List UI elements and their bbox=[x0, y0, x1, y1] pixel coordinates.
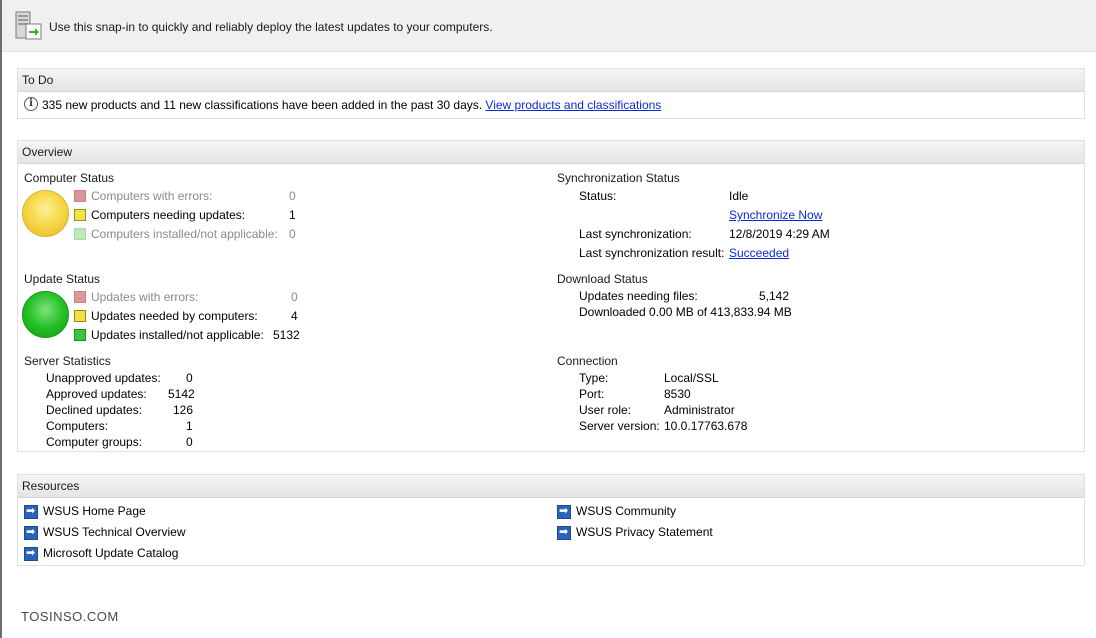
resource-wsus-privacy-statement[interactable]: WSUS Privacy Statement bbox=[576, 525, 713, 539]
overview-panel: Overview Computer Status Computers with … bbox=[17, 140, 1085, 452]
update-status-indicator bbox=[22, 291, 69, 338]
computer-status-title: Computer Status bbox=[24, 171, 115, 185]
sync-result-link[interactable]: Succeeded bbox=[729, 246, 789, 260]
snapin-description: Use this snap-in to quickly and reliably… bbox=[49, 20, 493, 34]
todo-message-line: 335 new products and 11 new classificati… bbox=[42, 98, 661, 112]
connection-type-value: Local/SSL bbox=[664, 371, 719, 385]
sync-status-title: Synchronization Status bbox=[557, 171, 680, 185]
sync-status-label: Status: bbox=[579, 189, 617, 203]
connection-port-label: Port: bbox=[579, 387, 605, 401]
snapin-header: Use this snap-in to quickly and reliably… bbox=[2, 0, 1096, 52]
resource-wsus-technical-overview[interactable]: WSUS Technical Overview bbox=[43, 525, 186, 539]
updates-errors-value: 0 bbox=[291, 290, 298, 304]
stat-unapproved-value: 0 bbox=[186, 371, 193, 385]
legend-swatch-installed bbox=[74, 228, 86, 240]
computers-installed-label: Computers installed/not applicable: bbox=[91, 227, 278, 241]
info-icon: i bbox=[24, 97, 38, 111]
wsus-server-icon bbox=[15, 11, 42, 40]
resource-wsus-community[interactable]: WSUS Community bbox=[576, 504, 676, 518]
computers-errors-value: 0 bbox=[289, 189, 296, 203]
sync-status-value: Idle bbox=[729, 189, 749, 203]
todo-message: 335 new products and 11 new classificati… bbox=[42, 98, 483, 112]
connection-version-value: 10.0.17763.678 bbox=[664, 419, 748, 433]
legend-swatch-update-errors bbox=[74, 291, 86, 303]
arrow-link-icon bbox=[557, 504, 571, 519]
stat-declined-value: 126 bbox=[173, 403, 194, 417]
computers-installed-value: 0 bbox=[289, 227, 296, 241]
server-statistics-title: Server Statistics bbox=[24, 354, 111, 368]
arrow-link-icon bbox=[24, 546, 38, 561]
resource-microsoft-update-catalog[interactable]: Microsoft Update Catalog bbox=[43, 546, 178, 560]
computers-needing-value: 1 bbox=[289, 208, 296, 222]
overview-panel-title: Overview bbox=[18, 141, 1084, 164]
stat-computer-groups-label: Computer groups: bbox=[46, 435, 143, 449]
connection-role-value: Administrator bbox=[664, 403, 735, 417]
connection-type-label: Type: bbox=[579, 371, 609, 385]
update-status-title: Update Status bbox=[24, 272, 101, 286]
last-sync-value: 12/8/2019 4:29 AM bbox=[729, 227, 830, 241]
arrow-link-icon bbox=[24, 525, 38, 540]
connection-port-value: 8530 bbox=[664, 387, 691, 401]
last-sync-result-label: Last synchronization result: bbox=[579, 246, 725, 260]
updates-needed-value: 4 bbox=[291, 309, 298, 323]
updates-installed-label: Updates installed/not applicable: bbox=[91, 328, 264, 342]
stat-unapproved-label: Unapproved updates: bbox=[46, 371, 161, 385]
connection-role-label: User role: bbox=[579, 403, 632, 417]
legend-swatch-errors bbox=[74, 190, 86, 202]
todo-panel: To Do i 335 new products and 11 new clas… bbox=[17, 68, 1085, 119]
stat-approved-value: 5142 bbox=[168, 387, 195, 401]
resources-panel: Resources WSUS Home Page WSUS Technical … bbox=[17, 474, 1085, 566]
legend-swatch-needing bbox=[74, 209, 86, 221]
legend-swatch-update-installed bbox=[74, 329, 86, 341]
window-left-border bbox=[0, 0, 2, 638]
updates-needing-files-label: Updates needing files: bbox=[579, 289, 698, 303]
computers-needing-label: Computers needing updates: bbox=[91, 208, 246, 222]
downloaded-summary: Downloaded 0.00 MB of 413,833.94 MB bbox=[579, 305, 792, 319]
todo-panel-title: To Do bbox=[18, 69, 1084, 92]
connection-version-label: Server version: bbox=[579, 419, 660, 433]
watermark-text: TOSINSO.COM bbox=[21, 609, 119, 624]
view-products-link[interactable]: View products and classifications bbox=[485, 98, 661, 112]
last-sync-label: Last synchronization: bbox=[579, 227, 692, 241]
stat-computer-groups-value: 0 bbox=[186, 435, 193, 449]
updates-needed-label: Updates needed by computers: bbox=[91, 309, 258, 323]
legend-swatch-update-needed bbox=[74, 310, 86, 322]
stat-computers-value: 1 bbox=[186, 419, 193, 433]
arrow-link-icon bbox=[24, 504, 38, 519]
resources-panel-title: Resources bbox=[18, 475, 1084, 498]
stat-computers-label: Computers: bbox=[46, 419, 109, 433]
stat-declined-label: Declined updates: bbox=[46, 403, 143, 417]
updates-errors-label: Updates with errors: bbox=[91, 290, 199, 304]
resource-wsus-home-page[interactable]: WSUS Home Page bbox=[43, 504, 146, 518]
arrow-link-icon bbox=[557, 525, 571, 540]
synchronize-now-link[interactable]: Synchronize Now bbox=[729, 208, 822, 222]
download-status-title: Download Status bbox=[557, 272, 648, 286]
updates-installed-value: 5132 bbox=[273, 328, 300, 342]
computers-errors-label: Computers with errors: bbox=[91, 189, 213, 203]
stat-approved-label: Approved updates: bbox=[46, 387, 147, 401]
updates-needing-files-value: 5,142 bbox=[759, 289, 790, 303]
computer-status-indicator bbox=[22, 190, 69, 237]
connection-title: Connection bbox=[557, 354, 618, 368]
